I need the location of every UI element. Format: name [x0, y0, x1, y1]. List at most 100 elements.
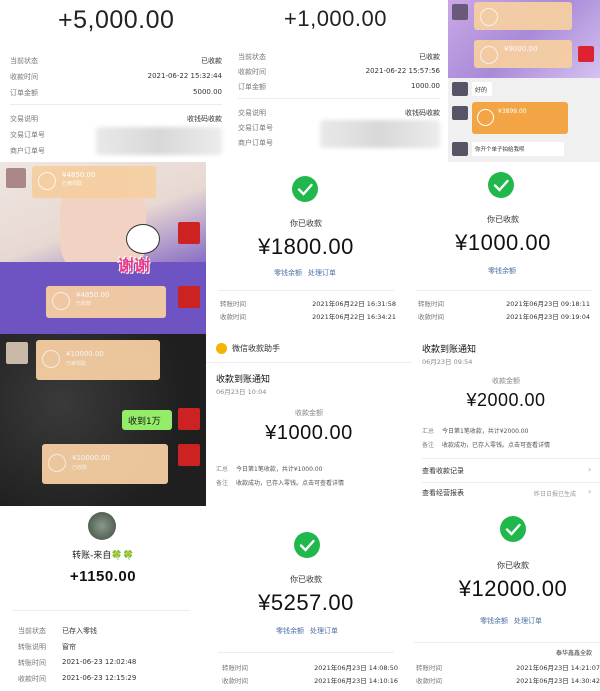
merchant-no-label: 商户订单号	[238, 139, 273, 147]
received-panel-12: 你已收款 ¥12000.00 零钱余额 处理订单 泰华鑫鑫全款 转账时间 202…	[406, 506, 600, 691]
receipt-panel-2: +1,000.00 当前状态 已收款 收款时间 2021-06-22 15:57…	[232, 0, 448, 162]
bubble-amount: ¥10000.00	[66, 350, 104, 358]
sticker-face	[126, 224, 160, 254]
receive-time-value: 2021年06月22日 16:34:21	[312, 313, 396, 321]
receive-time-value: 2021年06月23日 14:30:42	[516, 677, 600, 685]
divider	[10, 104, 222, 105]
sticker-thumb	[578, 46, 594, 62]
reply-bubble[interactable]: 好的	[472, 82, 492, 96]
bubble-sub: 已被领取	[62, 181, 83, 187]
bubble-amount: ¥9000.00	[504, 45, 538, 53]
order-amount-label: 订单金额	[10, 89, 38, 97]
time-value: 2021-06-22 15:32:44	[147, 72, 222, 80]
summary-label: 汇总	[422, 428, 435, 435]
amount-text: ¥1000.00	[265, 422, 353, 444]
receive-time-label: 收款时间	[220, 313, 246, 321]
report-link[interactable]: 查看经营报表	[422, 488, 464, 498]
balance-link[interactable]: 零钱余额	[276, 626, 304, 636]
orange-transfer-bubble[interactable]: ¥3899.00	[472, 102, 568, 134]
redacted-block	[320, 120, 440, 148]
transfer-time-value: 2021年06月23日 14:21:07	[516, 664, 600, 672]
desc-label: 交易说明	[238, 109, 266, 117]
assistant-name: 微信收款助手	[232, 344, 280, 353]
transfer-icon	[42, 350, 60, 368]
message-bubble[interactable]: 你开个单子拍给我呗	[472, 142, 564, 156]
receipt-panel-1: +5,000.00 当前状态 已收款 收款时间 2021-06-22 15:32…	[0, 0, 232, 162]
chevron-right-icon: ›	[588, 465, 592, 474]
receive-time-label: 收款时间	[222, 677, 248, 685]
received-panel-5: 你已收款 ¥1800.00 零钱余额 处理订单 转账时间 2021年06月22日…	[206, 162, 406, 334]
chat-panel-4: ¥4850.00 已被领取 谢谢 ¥4850.00 已收款	[0, 162, 206, 334]
message-text: 你开个单子拍给我呗	[475, 147, 525, 153]
received-panel-11: 你已收款 ¥5257.00 零钱余额 处理订单 转账时间 2021年06月23日…	[206, 506, 406, 691]
transfer-bubble[interactable]: ¥4850.00 已收款	[46, 286, 166, 318]
transfer-bubble[interactable]: ¥9000.00	[474, 40, 572, 68]
transfer-time-label: 转账时间	[418, 300, 444, 308]
transfer-bubble[interactable]	[474, 2, 572, 30]
message-bubble[interactable]: 收到1万	[122, 410, 172, 430]
transfer-icon	[38, 172, 56, 190]
process-order-link[interactable]: 处理订单	[310, 626, 338, 636]
notice-date: 06月23日 09:54	[422, 358, 473, 366]
bubble-amount: ¥4850.00	[62, 171, 96, 179]
transfer-time-label: 转账时间	[18, 659, 46, 667]
transfer-bubble[interactable]: ¥10000.00 已被领取	[36, 340, 160, 380]
process-order-link[interactable]: 处理订单	[514, 616, 542, 626]
transfer-time-value: 2021年06月23日 14:08:50	[314, 664, 398, 672]
status-label: 当前状态	[238, 53, 266, 61]
transfer-icon	[480, 8, 498, 26]
chat-panel-3: ¥9000.00 好的 ¥3899.00 你开个单子拍给我呗	[448, 0, 600, 162]
balance-link[interactable]: 零钱余额	[274, 268, 302, 278]
sticker-text: 谢谢	[118, 256, 151, 275]
amount-text: ¥1000.00	[455, 230, 551, 255]
time-value: 2021-06-22 15:57:56	[365, 67, 440, 75]
transfer-time-label: 转账时间	[220, 300, 246, 308]
amount-text: ¥5257.00	[258, 590, 354, 615]
notice-panel-8: 微信收款助手 收款到账通知 06月23日 10:04 收款金额 ¥1000.00…	[206, 334, 412, 506]
transfer-icon	[48, 454, 66, 472]
transfer-icon	[477, 109, 494, 126]
divider	[12, 610, 190, 611]
assistant-icon	[216, 343, 227, 354]
sticker: 谢谢	[118, 224, 168, 275]
redacted-block	[96, 127, 222, 155]
amount-text: +1150.00	[69, 568, 137, 585]
transfer-bubble[interactable]: ¥4850.00 已被领取	[32, 166, 156, 198]
success-check-icon	[294, 532, 320, 558]
amount-text: ¥2000.00	[466, 390, 546, 410]
notice-title: 收款到账通知	[422, 345, 477, 355]
order-amount-value: 1000.00	[411, 82, 440, 90]
remark-text: 泰华鑫鑫全款	[556, 650, 593, 657]
summary-label: 汇总	[216, 466, 229, 473]
message-text: 收到1万	[128, 417, 161, 427]
records-link[interactable]: 查看收款记录	[422, 466, 464, 476]
desc-label: 交易说明	[10, 115, 38, 123]
avatar	[452, 106, 468, 120]
receive-time-value: 2021年06月23日 09:19:04	[506, 313, 590, 321]
balance-link[interactable]: 零钱余额	[488, 266, 516, 276]
receive-time-label: 收款时间	[416, 677, 442, 685]
bubble-sub: 已收款	[76, 301, 92, 307]
transfer-icon	[52, 292, 70, 310]
received-title: 你已收款	[487, 215, 519, 224]
avatar	[6, 342, 28, 364]
report-status: 昨日日报已生成	[534, 491, 577, 498]
divider	[206, 362, 412, 363]
success-check-icon	[488, 172, 514, 198]
process-order-link[interactable]: 处理订单	[308, 268, 336, 278]
remark-label: 备注	[216, 480, 229, 487]
chevron-right-icon: ›	[588, 487, 592, 496]
balance-link[interactable]: 零钱余额	[480, 616, 508, 626]
status-value: 已收款	[201, 57, 222, 65]
receive-time-value: 2021-06-23 12:15:29	[62, 674, 137, 682]
transfer-bubble[interactable]: ¥10000.00 已收款	[42, 444, 168, 484]
receive-time-label: 收款时间	[418, 313, 444, 321]
amount-text: ¥12000.00	[458, 576, 568, 601]
merchant-no-label: 商户订单号	[10, 147, 45, 155]
received-title: 你已收款	[497, 561, 529, 570]
remark-value: 收款成功，已存入零钱。点击可查看详情	[442, 442, 551, 449]
avatar	[452, 82, 468, 96]
notice-title: 收款到账通知	[216, 375, 271, 385]
transfer-time-label: 转账时间	[222, 664, 248, 672]
bubble-amount: ¥10000.00	[72, 454, 110, 462]
